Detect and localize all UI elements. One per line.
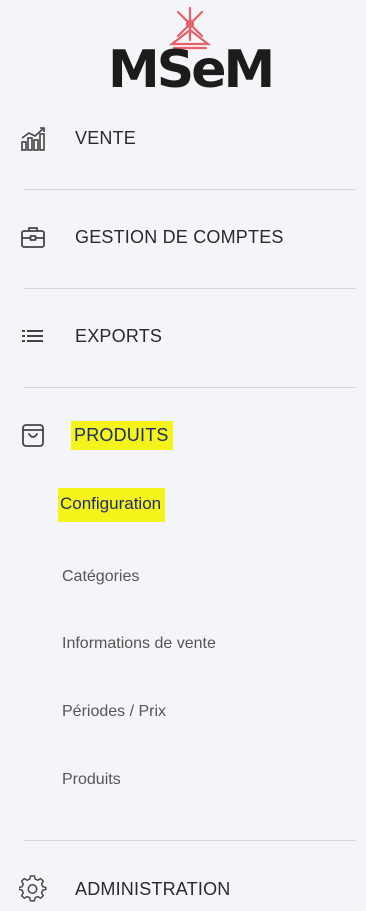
sidebar-subitem-categories[interactable]: Catégories: [62, 568, 139, 586]
sidebar: MSeM VENTE GESTION DE COMPTES EXPORTS PR…: [0, 0, 366, 911]
sidebar-item-label: VENTE: [75, 127, 137, 148]
shopping-bag-icon: [19, 421, 47, 449]
briefcase-icon: [19, 223, 47, 251]
gear-icon: [19, 875, 47, 903]
divider: [24, 288, 356, 289]
brand-logo[interactable]: MSeM: [108, 6, 275, 102]
sidebar-item-label: ADMINISTRATION: [75, 878, 231, 899]
sidebar-item-vente[interactable]: VENTE: [0, 118, 366, 158]
sidebar-subitem-produits[interactable]: Produits: [62, 771, 121, 789]
sidebar-item-produits[interactable]: PRODUITS: [0, 415, 366, 455]
sidebar-item-exports[interactable]: EXPORTS: [0, 316, 366, 356]
sidebar-item-gestion-de-comptes[interactable]: GESTION DE COMPTES: [0, 217, 366, 257]
list-icon: [19, 322, 47, 350]
sidebar-item-label: GESTION DE COMPTES: [75, 226, 284, 247]
sidebar-item-label: PRODUITS: [71, 420, 173, 450]
sidebar-item-administration[interactable]: ADMINISTRATION: [0, 869, 366, 909]
sidebar-subitem-informations-de-vente[interactable]: Informations de vente: [62, 635, 216, 653]
divider: [24, 189, 356, 190]
divider: [24, 387, 356, 388]
divider: [24, 840, 356, 841]
logo-wordmark: MSeM: [108, 40, 275, 100]
bar-chart-icon: [19, 124, 47, 152]
sidebar-subitem-configuration[interactable]: Configuration: [58, 488, 166, 522]
sidebar-item-label: EXPORTS: [75, 325, 163, 346]
sidebar-subitem-periodes-prix[interactable]: Périodes / Prix: [62, 703, 166, 721]
